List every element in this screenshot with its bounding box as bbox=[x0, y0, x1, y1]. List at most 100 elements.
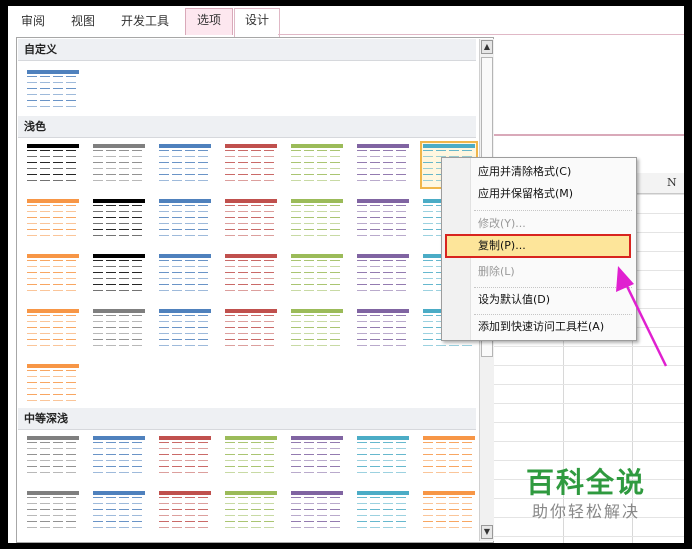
grid-line bbox=[493, 403, 684, 404]
thumbnail-row bbox=[93, 321, 145, 322]
thumbnail-row bbox=[225, 150, 277, 151]
thumbnail-row bbox=[27, 266, 79, 267]
tab-developer[interactable]: 开发工具 bbox=[118, 10, 172, 32]
thumbnail-row bbox=[27, 150, 79, 151]
table-style-thumbnail[interactable] bbox=[288, 141, 346, 189]
table-style-thumbnail[interactable] bbox=[156, 306, 214, 354]
tab-review[interactable]: 审阅 bbox=[18, 10, 48, 32]
thumbnail-row bbox=[27, 521, 79, 522]
thumbnail-row bbox=[159, 315, 211, 316]
scroll-down-button[interactable]: ▼ bbox=[481, 525, 493, 539]
table-style-thumbnail[interactable] bbox=[156, 488, 214, 536]
table-style-thumbnail[interactable] bbox=[90, 488, 148, 536]
thumbnail-row bbox=[159, 168, 211, 169]
thumbnail-row bbox=[27, 370, 79, 371]
thumbnail-row bbox=[291, 168, 343, 169]
tab-view[interactable]: 视图 bbox=[68, 10, 98, 32]
table-style-thumbnail[interactable] bbox=[90, 196, 148, 244]
thumbnail-row bbox=[27, 217, 79, 218]
table-style-thumbnail[interactable] bbox=[288, 196, 346, 244]
table-style-thumbnail[interactable] bbox=[90, 306, 148, 354]
table-style-thumbnail[interactable] bbox=[24, 433, 82, 481]
table-style-thumbnail[interactable] bbox=[156, 141, 214, 189]
thumbnail-row bbox=[93, 472, 145, 473]
thumbnail-row bbox=[357, 442, 409, 443]
thumbnail-row bbox=[225, 217, 277, 218]
menu-apply-clear-format[interactable]: 应用并清除格式(C) bbox=[478, 161, 628, 183]
menu-modify[interactable]: 修改(Y)... bbox=[478, 213, 628, 235]
tab-design[interactable]: 设计 bbox=[234, 8, 280, 37]
thumbnail-row bbox=[291, 156, 343, 157]
table-style-thumbnail[interactable] bbox=[354, 433, 412, 481]
column-header-n[interactable]: N bbox=[667, 176, 677, 189]
thumbnail-row bbox=[357, 260, 409, 261]
table-style-thumbnail[interactable] bbox=[420, 488, 478, 536]
table-style-thumbnail[interactable] bbox=[156, 251, 214, 299]
table-style-thumbnail[interactable] bbox=[222, 433, 280, 481]
thumbnail-row bbox=[159, 150, 211, 151]
thumbnail-row bbox=[27, 106, 79, 107]
thumbnail-row bbox=[357, 168, 409, 169]
menu-add-quick-access[interactable]: 添加到快速访问工具栏(A) bbox=[478, 316, 628, 338]
thumbnail-row bbox=[291, 521, 343, 522]
menu-set-default[interactable]: 设为默认值(D) bbox=[478, 289, 628, 311]
thumbnail-row bbox=[27, 229, 79, 230]
menu-apply-keep-format[interactable]: 应用并保留格式(M) bbox=[478, 183, 628, 205]
thumbnail-row bbox=[423, 345, 475, 346]
scroll-up-button[interactable]: ▲ bbox=[481, 40, 493, 54]
table-style-thumbnail[interactable] bbox=[288, 488, 346, 536]
table-style-thumbnail[interactable] bbox=[354, 196, 412, 244]
table-style-thumbnail[interactable] bbox=[222, 251, 280, 299]
thumbnail-row bbox=[159, 460, 211, 461]
table-style-thumbnail[interactable] bbox=[24, 251, 82, 299]
table-style-thumbnail[interactable] bbox=[156, 196, 214, 244]
table-style-thumbnail[interactable] bbox=[288, 306, 346, 354]
thumbnail-row bbox=[27, 315, 79, 316]
table-style-thumbnail[interactable] bbox=[222, 306, 280, 354]
table-style-thumbnail[interactable] bbox=[222, 196, 280, 244]
table-style-thumbnail[interactable] bbox=[24, 141, 82, 189]
table-style-thumbnail[interactable] bbox=[24, 361, 82, 409]
menu-delete[interactable]: 删除(L) bbox=[478, 261, 628, 283]
table-style-thumbnail[interactable] bbox=[90, 141, 148, 189]
thumbnail-row bbox=[357, 436, 409, 440]
excel-window: 审阅 视图 开发工具 选项 设计 N 自定义 浅色 中等深浅 ▲ ▼ 应用并清除… bbox=[8, 6, 684, 543]
table-style-thumbnail[interactable] bbox=[222, 141, 280, 189]
thumbnail-row bbox=[357, 223, 409, 224]
table-style-thumbnail[interactable] bbox=[420, 433, 478, 481]
table-style-thumbnail[interactable] bbox=[354, 306, 412, 354]
thumbnail-row bbox=[27, 466, 79, 467]
thumbnail-row bbox=[93, 205, 145, 206]
table-style-thumbnail[interactable] bbox=[24, 196, 82, 244]
thumbnail-row bbox=[423, 466, 475, 467]
thumbnail-row bbox=[357, 472, 409, 473]
thumbnail-row bbox=[225, 436, 277, 440]
thumbnail-row bbox=[291, 254, 343, 258]
thumbnail-row bbox=[159, 454, 211, 455]
thumbnail-row bbox=[159, 497, 211, 498]
tab-options[interactable]: 选项 bbox=[185, 8, 233, 35]
table-style-thumbnail[interactable] bbox=[288, 251, 346, 299]
table-style-thumbnail[interactable] bbox=[354, 251, 412, 299]
thumbnail-row bbox=[357, 491, 409, 495]
thumbnail-row bbox=[357, 460, 409, 461]
table-style-thumbnail[interactable] bbox=[24, 67, 82, 115]
table-style-thumbnail[interactable] bbox=[222, 488, 280, 536]
thumbnail-row bbox=[225, 162, 277, 163]
table-style-thumbnail[interactable] bbox=[90, 433, 148, 481]
thumbnail-row bbox=[27, 497, 79, 498]
thumbnail-row bbox=[357, 454, 409, 455]
thumbnail-row bbox=[423, 144, 475, 148]
table-style-thumbnail[interactable] bbox=[90, 251, 148, 299]
thumbnail-row bbox=[27, 223, 79, 224]
table-style-thumbnail[interactable] bbox=[354, 141, 412, 189]
thumbnail-row bbox=[291, 180, 343, 181]
table-style-thumbnail[interactable] bbox=[24, 306, 82, 354]
thumbnail-row bbox=[291, 217, 343, 218]
table-style-thumbnail[interactable] bbox=[288, 433, 346, 481]
table-style-thumbnail[interactable] bbox=[24, 488, 82, 536]
menu-duplicate[interactable]: 复制(P)... bbox=[478, 235, 628, 257]
table-style-thumbnail[interactable] bbox=[156, 433, 214, 481]
table-style-thumbnail[interactable] bbox=[354, 488, 412, 536]
thumbnail-row bbox=[93, 229, 145, 230]
